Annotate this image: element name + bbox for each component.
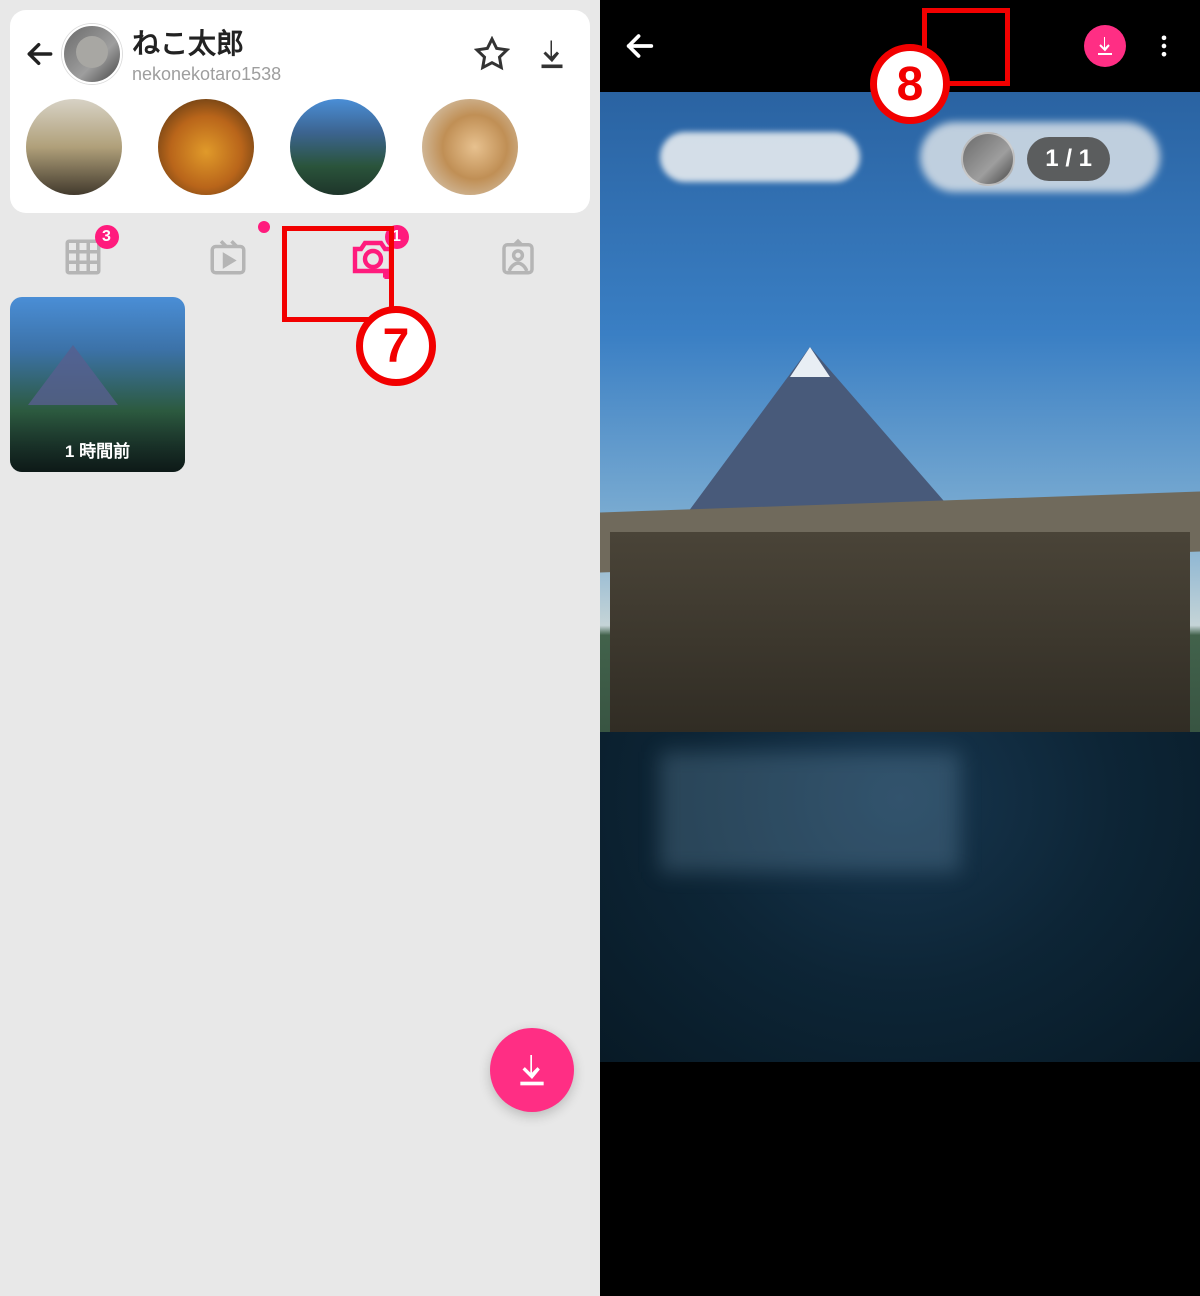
download-icon: [534, 36, 570, 72]
back-arrow-icon: [623, 29, 657, 63]
camera-badge: 1: [385, 225, 409, 249]
download-icon: [1093, 34, 1117, 58]
story-highlight[interactable]: [290, 99, 386, 195]
download-icon: [512, 1050, 552, 1090]
tab-tagged[interactable]: [492, 231, 544, 283]
right-viewer-screen: 1 / 1 8: [600, 0, 1200, 1296]
display-name: ねこ太郎: [132, 22, 472, 62]
favorite-button[interactable]: [472, 34, 512, 74]
viewer-counter: 1 / 1: [1027, 137, 1110, 181]
story-highlight[interactable]: [158, 99, 254, 195]
tab-grid[interactable]: 3: [57, 231, 109, 283]
post-timestamp: 1 時間前: [10, 411, 185, 472]
viewer-mini-avatar[interactable]: [961, 132, 1015, 186]
reels-icon: [207, 236, 249, 278]
header-actions: [472, 34, 572, 74]
post-grid: 1 時間前: [0, 283, 600, 486]
download-fab[interactable]: [490, 1028, 574, 1112]
viewer-photo[interactable]: 1 / 1: [600, 92, 1200, 1062]
reels-dot-indicator: [258, 221, 270, 233]
star-outline-icon: [474, 36, 510, 72]
user-name-block: ねこ太郎 nekonekotaro1538: [132, 22, 472, 85]
story-highlight[interactable]: [26, 99, 122, 195]
back-button[interactable]: [20, 34, 60, 74]
username: nekonekotaro1538: [132, 64, 472, 85]
viewer-more-button[interactable]: [1144, 26, 1184, 66]
profile-header: ねこ太郎 nekonekotaro1538: [20, 10, 580, 97]
tab-camera-plus[interactable]: 1: [347, 231, 399, 283]
tab-reels[interactable]: [202, 231, 254, 283]
post-thumbnail[interactable]: 1 時間前: [10, 297, 185, 472]
viewer-overlay: 1 / 1: [961, 132, 1110, 186]
story-highlight[interactable]: [422, 99, 518, 195]
viewer-header: [600, 0, 1200, 92]
more-vert-icon: [1150, 32, 1178, 60]
profile-card: ねこ太郎 nekonekotaro1538: [10, 10, 590, 213]
profile-avatar[interactable]: [62, 24, 122, 84]
header-download-button[interactable]: [532, 34, 572, 74]
viewer-download-button[interactable]: [1084, 25, 1126, 67]
left-profile-screen: ねこ太郎 nekonekotaro1538 3: [0, 0, 600, 1296]
viewer-back-button[interactable]: [616, 22, 664, 70]
tab-row: 3 1: [0, 231, 600, 283]
grid-badge: 3: [95, 225, 119, 249]
tagged-icon: [497, 236, 539, 278]
back-arrow-icon: [24, 38, 56, 70]
story-highlights-row: [20, 97, 580, 195]
